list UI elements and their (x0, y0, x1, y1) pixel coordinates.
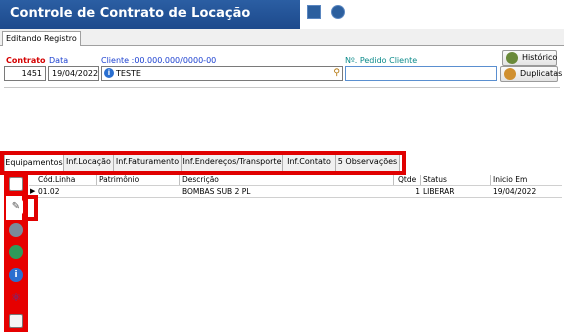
column-header-descricao[interactable]: Descrição (180, 175, 394, 185)
edit-highlight-box (28, 195, 38, 221)
historico-label: Histórico (522, 53, 558, 62)
contrato-field[interactable]: 1451 (4, 66, 46, 81)
grid-header-divider (29, 185, 562, 186)
window-titlebar: Controle de Contrato de Locação ▦ ↺ (0, 0, 564, 29)
cliente-field[interactable]: i TESTE ⚲ (101, 66, 343, 81)
column-header-qtde[interactable]: Qtde (396, 175, 421, 185)
save-button[interactable] (307, 5, 321, 19)
cliente-label: Cliente :00.000.000/0000-00 (101, 56, 217, 65)
duplicatas-label: Duplicatas (520, 69, 563, 78)
cell-codigo[interactable]: 01.02 (38, 186, 59, 197)
contrato-label: Contrato (6, 56, 46, 65)
column-header-patrimonio[interactable]: Patrimônio (97, 175, 180, 185)
globe-icon[interactable] (9, 245, 23, 259)
top-tabstrip: Editando Registro (0, 29, 564, 46)
mail-icon[interactable] (9, 314, 23, 328)
pedido-cliente-field[interactable] (345, 66, 497, 81)
window-title: Controle de Contrato de Locação (10, 6, 251, 21)
cell-inicio[interactable]: 19/04/2022 (493, 186, 536, 197)
separator (4, 87, 560, 88)
column-header-status[interactable]: Status (421, 175, 491, 185)
cell-status[interactable]: LIBERAR (423, 186, 455, 197)
grid-row-divider (29, 197, 562, 198)
duplicatas-button[interactable]: Duplicatas (500, 66, 562, 82)
tabs-highlight-box (0, 151, 406, 175)
info-icon[interactable]: i (104, 68, 114, 78)
tab-editando-registro[interactable]: Editando Registro (2, 31, 81, 46)
historico-button[interactable]: Histórico (502, 50, 557, 66)
cell-descricao[interactable]: BOMBAS SUB 2 PL (182, 186, 250, 197)
cliente-value: TESTE (116, 69, 141, 78)
pedido-cliente-label: Nº. Pedido Cliente (345, 56, 418, 65)
edit-pencil-icon[interactable]: ✎ (9, 200, 23, 214)
new-document-icon[interactable] (9, 177, 23, 191)
title-bar-background: Controle de Contrato de Locação ▦ ↺ (0, 0, 342, 29)
cell-qtde[interactable]: 1 (396, 186, 420, 197)
column-header-codigo[interactable]: Cód.Linha (36, 175, 97, 185)
search-icon[interactable]: ⚲ (333, 67, 340, 80)
info-icon[interactable]: i (9, 268, 23, 282)
data-field[interactable]: 19/04/2022 (48, 66, 99, 81)
duplicatas-icon (504, 68, 516, 80)
tools-icon[interactable] (9, 223, 23, 237)
column-header-inicio[interactable]: Inicio Em (491, 175, 562, 185)
history-icon (506, 52, 518, 64)
tree-icon[interactable]: ⚛ (9, 291, 23, 305)
data-label: Data (49, 56, 69, 65)
undo-button[interactable] (331, 5, 345, 19)
